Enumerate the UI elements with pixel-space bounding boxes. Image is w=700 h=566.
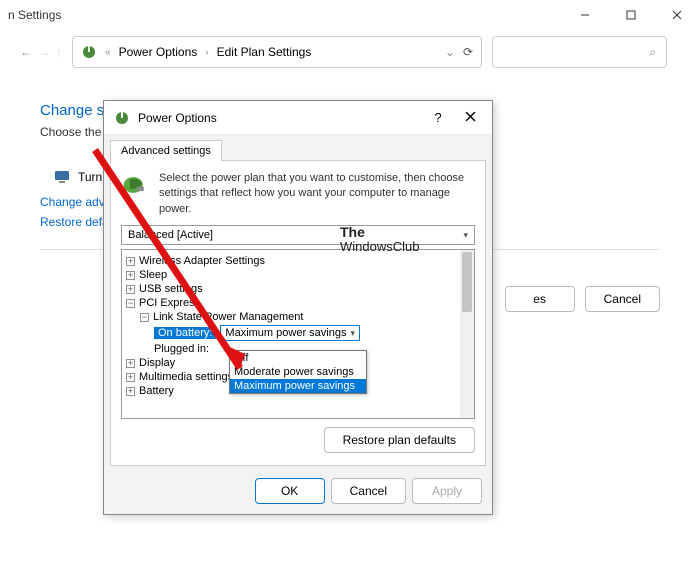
on-battery-dropdown[interactable]: Off Moderate power savings Maximum power… — [229, 350, 367, 394]
nav-up-icon[interactable]: ↑ — [56, 45, 62, 59]
on-battery-value: Maximum power savings — [225, 327, 346, 339]
restore-plan-defaults-button[interactable]: Restore plan defaults — [324, 427, 475, 453]
save-changes-button[interactable]: es — [505, 286, 575, 312]
chevron-down-icon[interactable]: ⌄ — [445, 45, 455, 59]
tree-sleep[interactable]: Sleep — [139, 269, 167, 281]
tree-battery[interactable]: Battery — [139, 385, 174, 397]
dropdown-option-moderate[interactable]: Moderate power savings — [230, 365, 366, 379]
dialog-title: Power Options — [138, 111, 418, 125]
dropdown-option-maximum[interactable]: Maximum power savings — [230, 379, 366, 393]
expander-icon[interactable]: − — [140, 313, 149, 322]
tree-on-battery-label[interactable]: On battery: — [154, 327, 216, 339]
tree-usb[interactable]: USB settings — [139, 283, 203, 295]
expander-icon[interactable]: + — [126, 359, 135, 368]
tab-advanced-settings[interactable]: Advanced settings — [110, 140, 222, 161]
minimize-button[interactable] — [562, 0, 608, 30]
search-icon: ⌕ — [649, 45, 656, 60]
ok-button[interactable]: OK — [255, 478, 325, 504]
tree-display[interactable]: Display — [139, 357, 175, 369]
address-bar[interactable]: « Power Options › Edit Plan Settings ⌄ ⟳ — [72, 36, 482, 68]
dialog-close-button[interactable] — [458, 111, 482, 125]
settings-tree[interactable]: + Wireless Adapter Settings + Sleep + USB s… — [121, 249, 475, 419]
nav-forward-icon: → — [38, 45, 50, 59]
plan-selected-label: Balanced [Active] — [128, 229, 213, 241]
tree-plugged-in-label[interactable]: Plugged in: — [154, 343, 209, 355]
expander-icon[interactable]: + — [126, 285, 135, 294]
tree-wireless[interactable]: Wireless Adapter Settings — [139, 255, 265, 267]
dialog-cancel-button[interactable]: Cancel — [331, 478, 406, 504]
tree-link-state[interactable]: Link State Power Management — [153, 311, 303, 323]
tree-multimedia[interactable]: Multimedia settings — [139, 371, 233, 383]
power-icon — [81, 44, 97, 60]
tree-scrollbar[interactable] — [460, 250, 474, 418]
expander-icon[interactable]: + — [126, 373, 135, 382]
breadcrumb-overflow[interactable]: « — [105, 47, 111, 58]
breadcrumb-edit-plan[interactable]: Edit Plan Settings — [217, 45, 312, 59]
expander-icon[interactable]: + — [126, 387, 135, 396]
chevron-right-icon: › — [205, 47, 208, 58]
close-button[interactable] — [654, 0, 700, 30]
chevron-down-icon: ▾ — [463, 230, 468, 241]
power-icon — [114, 110, 130, 126]
breadcrumb-power-options[interactable]: Power Options — [119, 45, 198, 59]
cancel-button[interactable]: Cancel — [585, 286, 660, 312]
expander-icon[interactable]: − — [126, 299, 135, 308]
on-battery-combo[interactable]: Maximum power savings ▾ — [220, 325, 360, 341]
dropdown-option-off[interactable]: Off — [230, 351, 366, 365]
apply-button: Apply — [412, 478, 482, 504]
expander-icon[interactable]: + — [126, 271, 135, 280]
chevron-down-icon: ▾ — [350, 328, 355, 339]
parent-window-title: n Settings — [8, 8, 61, 22]
search-box[interactable]: ⌕ — [492, 36, 667, 68]
refresh-icon[interactable]: ⟳ — [463, 45, 473, 59]
scrollbar-thumb[interactable] — [462, 252, 472, 312]
leaf-battery-icon — [121, 171, 149, 199]
monitor-icon — [54, 169, 70, 185]
maximize-button[interactable] — [608, 0, 654, 30]
plan-selector[interactable]: Balanced [Active] ▾ — [121, 225, 475, 245]
parent-titlebar: n Settings — [0, 0, 700, 30]
dialog-intro-text: Select the power plan that you want to c… — [159, 171, 475, 217]
nav-back-icon[interactable]: ← — [20, 45, 32, 59]
expander-icon[interactable]: + — [126, 257, 135, 266]
help-button[interactable]: ? — [426, 110, 450, 125]
tree-pci-express[interactable]: PCI Express — [139, 297, 200, 309]
power-options-dialog: Power Options ? Advanced settings Select… — [103, 100, 493, 515]
